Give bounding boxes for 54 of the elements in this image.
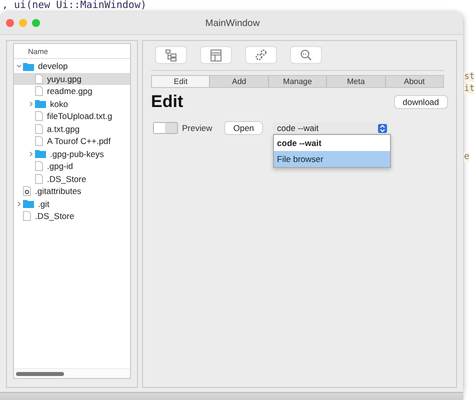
file-icon xyxy=(23,211,31,222)
download-button[interactable]: download xyxy=(394,95,448,109)
code-fragment: e xyxy=(464,152,470,162)
tree-item[interactable]: .DS_Store xyxy=(14,172,130,185)
tree-item[interactable]: readme.gpg xyxy=(14,85,130,98)
tree-item[interactable]: yuyu.gpg xyxy=(14,72,130,85)
chevron-right-icon[interactable] xyxy=(16,200,22,207)
toolbar-button[interactable] xyxy=(155,46,187,64)
page-heading: Edit xyxy=(151,92,184,112)
preview-toggle[interactable] xyxy=(153,122,178,134)
tree-item[interactable]: .gpg-pub-keys xyxy=(14,148,130,160)
tree-item[interactable]: A Tourof C++.pdf xyxy=(14,135,130,148)
file-icon xyxy=(35,161,43,172)
folder-icon xyxy=(35,149,46,158)
tree-item[interactable]: koko xyxy=(14,98,130,110)
zoom-button[interactable] xyxy=(32,19,40,27)
tree-item[interactable]: .DS_Store xyxy=(14,210,130,222)
layout-icon xyxy=(210,48,222,62)
dropdown-option[interactable]: code --wait xyxy=(274,135,390,151)
tree-item[interactable]: develop xyxy=(14,60,130,72)
dropdown-option[interactable]: File browser xyxy=(274,151,390,167)
hierarchy-icon xyxy=(165,48,177,62)
chevron-right-icon[interactable] xyxy=(28,100,34,107)
config-file-icon xyxy=(23,186,31,196)
toolbar-button[interactable] xyxy=(245,46,277,64)
chevron-down-icon[interactable] xyxy=(16,63,22,70)
file-icon xyxy=(35,86,43,96)
file-icon xyxy=(35,124,43,134)
tab[interactable]: Edit xyxy=(152,76,210,87)
code-fragment: it xyxy=(464,84,474,94)
code-line: , ui(new Ui::MainWindow) xyxy=(1,0,148,12)
tree-item[interactable]: .gitattributes xyxy=(14,185,130,198)
chevron-right-icon[interactable] xyxy=(28,150,34,157)
open-button[interactable]: Open xyxy=(224,121,264,135)
folder-icon xyxy=(23,199,34,208)
code-fragment: st xyxy=(464,72,474,82)
tree-item[interactable]: .gpg-id xyxy=(14,160,130,172)
preview-label: Preview xyxy=(182,123,212,133)
search-icon xyxy=(300,48,312,62)
folder-icon xyxy=(35,99,46,108)
file-icon xyxy=(35,74,43,84)
scrollbar[interactable] xyxy=(16,372,64,376)
window-title: MainWindow xyxy=(204,18,261,28)
file-icon xyxy=(35,111,43,122)
file-icon xyxy=(35,174,43,184)
tree-item[interactable]: a.txt.gpg xyxy=(14,122,130,135)
toolbar-button[interactable] xyxy=(290,46,322,64)
gears-icon xyxy=(255,48,267,62)
close-button[interactable] xyxy=(6,19,14,27)
program-select[interactable]: code --wait xyxy=(273,122,390,134)
toolbar-button[interactable] xyxy=(200,46,232,64)
tree-item[interactable]: fileToUpload.txt.g xyxy=(14,110,130,122)
tree-item[interactable]: .git xyxy=(14,198,130,210)
file-icon xyxy=(35,136,43,146)
